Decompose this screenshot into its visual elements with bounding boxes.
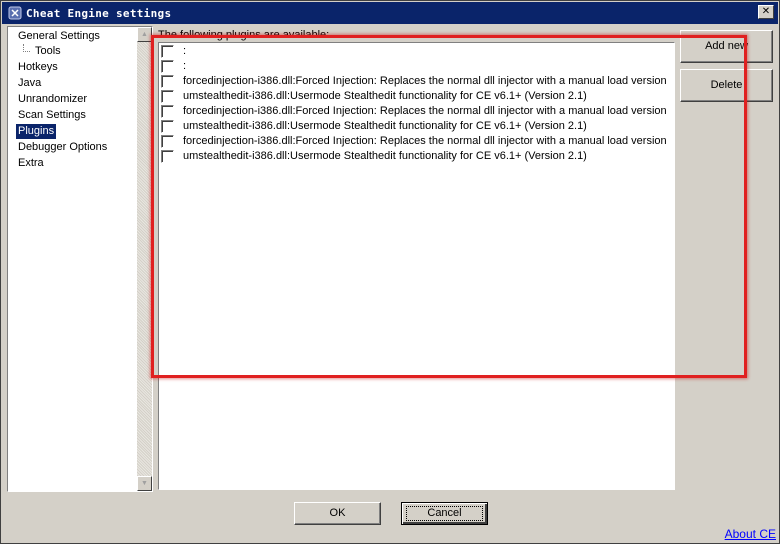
cheat-engine-icon [8, 6, 22, 20]
plugin-name: umstealthedit-i386.dll:Usermode Stealthe… [183, 150, 587, 162]
tree-item-scan-settings[interactable]: Scan Settings [16, 108, 88, 123]
plugin-checkbox[interactable] [161, 60, 174, 73]
tree-item-general-settings[interactable]: General Settings [16, 29, 102, 44]
plugin-name: forcedinjection-i386.dll:Forced Injectio… [183, 135, 667, 147]
settings-window: Cheat Engine settings ✕ General Settings… [0, 0, 780, 544]
client-area: General Settings Tools Hotkeys Java Unra… [2, 24, 778, 543]
tree-item-unrandomizer[interactable]: Unrandomizer [16, 92, 89, 107]
plugin-checkbox[interactable] [161, 105, 174, 118]
about-ce-link[interactable]: About CE [725, 527, 776, 541]
tree-item-extra[interactable]: Extra [16, 156, 46, 171]
ok-button-label: OK [329, 507, 346, 519]
plugin-checklist: : : forcedinjection-i386.dll:Forced Inje… [158, 42, 675, 490]
settings-tree: General Settings Tools Hotkeys Java Unra… [7, 26, 153, 492]
plugin-name: umstealthedit-i386.dll:Usermode Stealthe… [183, 120, 587, 132]
tree-item-plugins[interactable]: Plugins [16, 124, 57, 139]
close-icon: ✕ [761, 6, 771, 17]
plugin-name: : [183, 45, 187, 57]
scroll-up-arrow-icon[interactable]: ▲ [137, 27, 152, 42]
ok-button[interactable]: OK [294, 502, 381, 525]
plugin-checkbox[interactable] [161, 45, 174, 58]
delete-button[interactable]: Delete [680, 69, 773, 102]
tree-content: General Settings Tools Hotkeys Java Unra… [8, 27, 138, 491]
cancel-button[interactable]: Cancel [401, 502, 488, 525]
plugin-name: : [183, 60, 187, 72]
title-bar[interactable]: Cheat Engine settings ✕ [2, 2, 778, 24]
tree-connector-line [23, 44, 30, 52]
tree-item-java[interactable]: Java [16, 76, 43, 91]
tree-item-debugger-options[interactable]: Debugger Options [16, 140, 109, 155]
plugin-checkbox[interactable] [161, 90, 174, 103]
window-title: Cheat Engine settings [26, 7, 172, 20]
add-new-button[interactable]: Add new [680, 30, 773, 63]
focus-rectangle [406, 506, 483, 521]
tree-vertical-scrollbar[interactable]: ▲ ▼ [137, 27, 152, 491]
plugin-name: forcedinjection-i386.dll:Forced Injectio… [183, 75, 667, 87]
tree-item-hotkeys[interactable]: Hotkeys [16, 60, 60, 75]
plugin-name: umstealthedit-i386.dll:Usermode Stealthe… [183, 90, 587, 102]
scroll-down-arrow-icon[interactable]: ▼ [137, 476, 152, 491]
close-button[interactable]: ✕ [758, 5, 774, 19]
plugin-checkbox[interactable] [161, 150, 174, 163]
plugin-checkbox[interactable] [161, 135, 174, 148]
plugins-available-label: The following plugins are available: [158, 29, 330, 41]
plugin-name: forcedinjection-i386.dll:Forced Injectio… [183, 105, 667, 117]
plugin-checkbox[interactable] [161, 120, 174, 133]
plugin-checkbox[interactable] [161, 75, 174, 88]
tree-item-tools[interactable]: Tools [33, 44, 63, 59]
